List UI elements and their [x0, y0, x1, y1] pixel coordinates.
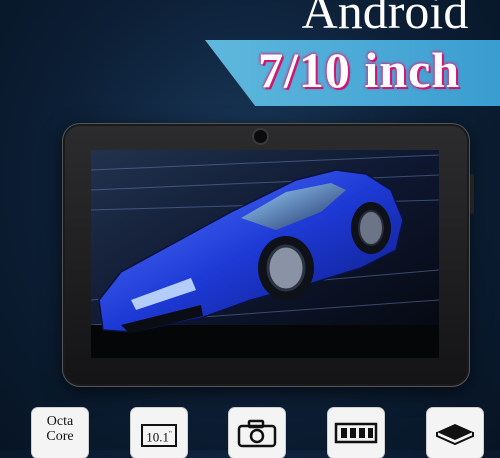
feature-camera [229, 408, 285, 458]
screen-size-icon: 10.1" [141, 424, 177, 448]
screen-size-unit: " [168, 430, 172, 438]
memory-card-icon [334, 422, 378, 444]
storage-drive-icon [436, 424, 474, 446]
product-banner: { "banner": { "headline": "Android", "ri… [0, 0, 500, 458]
headline-android: Android [301, 0, 469, 39]
feature-screen-size: 10.1" [131, 408, 187, 458]
feature-octa-core: Octa Core [32, 408, 88, 458]
screen-size-ribbon-text: 7/10 inch [258, 42, 461, 98]
sports-car-image [91, 150, 439, 358]
tablet-device [62, 123, 474, 387]
screen-size-value: 10.1 [146, 429, 169, 445]
feature-core-label: Core [46, 429, 74, 444]
feature-memory [328, 408, 384, 458]
feature-octa-label: Octa [46, 414, 74, 429]
feature-storage [427, 408, 483, 458]
side-button [470, 174, 474, 214]
tablet-screen [91, 150, 439, 358]
front-camera-icon [252, 128, 269, 145]
feature-icon-strip: Octa Core 10.1" [0, 408, 500, 458]
camera-icon [237, 419, 277, 448]
